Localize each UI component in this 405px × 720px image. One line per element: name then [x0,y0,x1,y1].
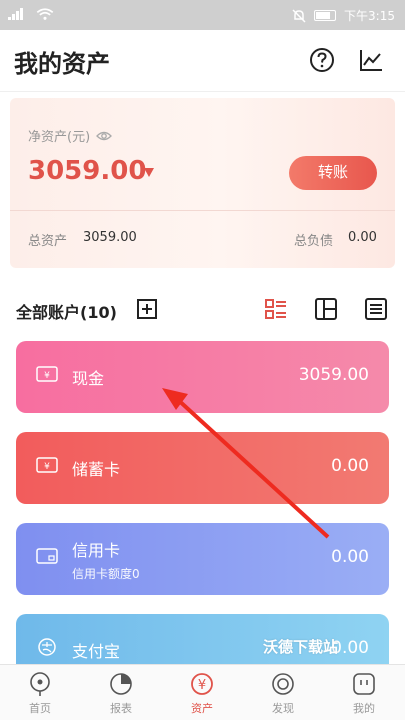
page-title: 我的资产 [14,50,110,78]
divider [10,210,395,211]
tab-report[interactable]: 报表 [91,671,151,719]
net-asset-summary: 净资产(元) 3059.00 转账 总资产 3059.00 总负债 0.00 [10,98,395,268]
total-assets-label: 总资产 [28,234,68,249]
mute-bell-icon [292,8,306,23]
eye-icon[interactable] [96,130,113,142]
svg-text:¥: ¥ [44,462,50,472]
add-account-icon[interactable] [135,297,159,321]
total-debt-value: 0.00 [348,230,377,245]
status-bar: 下午3:15 [0,0,405,30]
alipay-icon [38,638,56,656]
detail-view-icon[interactable] [364,297,388,321]
question-circle-icon[interactable] [308,46,336,74]
svg-text:¥: ¥ [198,678,206,693]
account-value: 3059.00 [298,365,369,385]
report-icon [110,673,132,695]
net-asset-label: 净资产(元) [28,130,91,145]
signal-icon [8,8,23,20]
home-icon [30,672,50,696]
tab-label: 资产 [191,702,213,715]
all-accounts-title: 全部账户(10) [16,303,117,322]
net-asset-label-row: 净资产(元) [28,126,113,145]
tab-label: 我的 [353,702,375,715]
total-debt-label: 总负债 [294,234,334,249]
credit-card-icon [36,548,58,564]
account-name: 现金 [72,369,105,388]
net-asset-value: 3059.00 [28,156,147,186]
profile-icon [353,673,375,695]
account-card-credit[interactable]: 信用卡 信用卡额度0 0.00 [16,523,389,595]
wifi-icon [36,8,54,20]
app-header: 我的资产 [0,30,405,92]
watermark: 沃德下载站 [263,638,339,656]
account-name: 储蓄卡 [72,460,121,479]
list-view-icon[interactable] [264,297,288,321]
asset-icon: ¥ [191,673,213,695]
account-name: 信用卡 [72,541,121,560]
account-card-cash[interactable]: ¥ 现金 3059.00 [16,341,389,413]
grid-view-icon[interactable] [314,297,338,321]
tab-asset[interactable]: ¥ 资产 [172,671,232,719]
cash-icon: ¥ [36,366,58,382]
tab-home[interactable]: 首页 [10,671,70,719]
tab-discover[interactable]: 发现 [253,671,313,719]
total-assets-value: 3059.00 [83,230,137,245]
account-card-debit[interactable]: ¥ 储蓄卡 0.00 [16,432,389,504]
svg-text:¥: ¥ [44,371,50,381]
battery-icon [314,10,337,21]
tab-label: 报表 [110,702,132,715]
account-name: 支付宝 [72,642,121,661]
bottom-tab-bar: 首页 报表 ¥ 资产 发现 我的 [0,664,405,720]
credit-limit-text: 信用卡额度0 [72,567,140,581]
debit-card-icon: ¥ [36,457,58,473]
discover-icon [272,673,294,695]
tab-profile[interactable]: 我的 [334,671,394,719]
transfer-button[interactable]: 转账 [289,156,377,190]
tab-label: 发现 [272,702,294,715]
tab-label: 首页 [29,702,51,715]
caret-down-icon[interactable] [144,168,154,177]
status-time: 下午3:15 [344,9,395,23]
account-value: 0.00 [331,547,369,567]
account-value: 0.00 [331,456,369,476]
trend-chart-icon[interactable] [357,46,385,74]
